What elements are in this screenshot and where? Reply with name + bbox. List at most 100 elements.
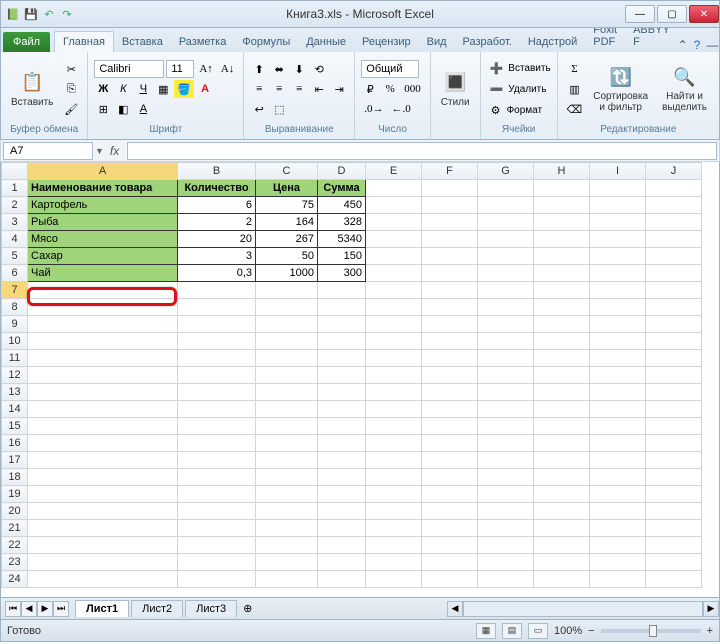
cell-B11[interactable] [178, 350, 256, 367]
cell-G12[interactable] [478, 367, 534, 384]
cell-I15[interactable] [590, 418, 646, 435]
cell-A24[interactable] [28, 571, 178, 588]
cell-F14[interactable] [422, 401, 478, 418]
cell-J24[interactable] [646, 571, 702, 588]
cell-D5[interactable]: 150 [318, 248, 366, 265]
font-color-button[interactable]: A [196, 80, 214, 98]
hscroll-track[interactable] [463, 601, 703, 617]
cell-C10[interactable] [256, 333, 318, 350]
insert-cells-icon[interactable]: ➕ [487, 59, 507, 77]
cell-F1[interactable] [422, 180, 478, 197]
cell-J10[interactable] [646, 333, 702, 350]
cell-C22[interactable] [256, 537, 318, 554]
cell-D13[interactable] [318, 384, 366, 401]
tab-addins[interactable]: Надстрой [520, 32, 585, 52]
cell-A7[interactable] [28, 282, 178, 299]
cell-I24[interactable] [590, 571, 646, 588]
tab-home[interactable]: Главная [54, 31, 114, 52]
cell-E5[interactable] [366, 248, 422, 265]
decimal-inc-icon[interactable]: .0→ [361, 100, 386, 118]
cell-A21[interactable] [28, 520, 178, 537]
find-select-button[interactable]: 🔍 Найти и выделить [656, 63, 713, 115]
cell-G15[interactable] [478, 418, 534, 435]
align-right-icon[interactable]: ≡ [290, 80, 308, 98]
cell-J4[interactable] [646, 231, 702, 248]
cell-I8[interactable] [590, 299, 646, 316]
cell-J20[interactable] [646, 503, 702, 520]
cell-J11[interactable] [646, 350, 702, 367]
cell-B4[interactable]: 20 [178, 231, 256, 248]
fill-icon[interactable]: ▥ [564, 80, 586, 98]
cell-J18[interactable] [646, 469, 702, 486]
cell-G19[interactable] [478, 486, 534, 503]
save-icon[interactable]: 💾 [23, 6, 39, 22]
cell-C13[interactable] [256, 384, 318, 401]
col-header-D[interactable]: D [318, 163, 366, 180]
name-box[interactable]: A7 [3, 142, 93, 160]
align-left-icon[interactable]: ≡ [250, 80, 268, 98]
merge-icon[interactable]: ⬚ [270, 100, 288, 118]
col-header-G[interactable]: G [478, 163, 534, 180]
cell-A15[interactable] [28, 418, 178, 435]
name-box-dropdown-icon[interactable]: ▼ [95, 146, 104, 156]
minimize-ribbon-icon[interactable]: ⌃ [678, 38, 688, 52]
font-name-select[interactable]: Calibri [94, 60, 164, 78]
currency-icon[interactable]: ₽ [361, 80, 379, 98]
cell-J23[interactable] [646, 554, 702, 571]
row-header-13[interactable]: 13 [2, 384, 28, 401]
cell-E21[interactable] [366, 520, 422, 537]
cell-I3[interactable] [590, 214, 646, 231]
select-all[interactable] [2, 163, 28, 180]
cell-D3[interactable]: 328 [318, 214, 366, 231]
minimize-button[interactable]: — [625, 5, 655, 23]
cell-I17[interactable] [590, 452, 646, 469]
redo-icon[interactable]: ↷ [59, 6, 75, 22]
cell-B22[interactable] [178, 537, 256, 554]
row-header-16[interactable]: 16 [2, 435, 28, 452]
cell-I9[interactable] [590, 316, 646, 333]
cell-G5[interactable] [478, 248, 534, 265]
cell-E18[interactable] [366, 469, 422, 486]
col-header-H[interactable]: H [534, 163, 590, 180]
cell-J21[interactable] [646, 520, 702, 537]
cell-J6[interactable] [646, 265, 702, 282]
undo-icon[interactable]: ↶ [41, 6, 57, 22]
cell-B14[interactable] [178, 401, 256, 418]
row-header-8[interactable]: 8 [2, 299, 28, 316]
cell-B10[interactable] [178, 333, 256, 350]
cell-I11[interactable] [590, 350, 646, 367]
row-header-20[interactable]: 20 [2, 503, 28, 520]
view-layout-icon[interactable]: ▤ [502, 623, 522, 639]
align-center-icon[interactable]: ≡ [270, 80, 288, 98]
row-header-10[interactable]: 10 [2, 333, 28, 350]
cell-G22[interactable] [478, 537, 534, 554]
cell-H14[interactable] [534, 401, 590, 418]
sheet-first-icon[interactable]: ⏮ [5, 601, 21, 617]
cell-E17[interactable] [366, 452, 422, 469]
cell-J19[interactable] [646, 486, 702, 503]
cell-B12[interactable] [178, 367, 256, 384]
format-cells-label[interactable]: Формат [507, 105, 543, 116]
align-bottom-icon[interactable]: ⬇ [290, 60, 308, 78]
cell-F12[interactable] [422, 367, 478, 384]
cell-H22[interactable] [534, 537, 590, 554]
tab-layout[interactable]: Разметка [171, 32, 235, 52]
cell-F16[interactable] [422, 435, 478, 452]
cell-D18[interactable] [318, 469, 366, 486]
cell-B23[interactable] [178, 554, 256, 571]
col-header-A[interactable]: A [28, 163, 178, 180]
cell-A13[interactable] [28, 384, 178, 401]
percent-icon[interactable]: % [381, 80, 399, 98]
cell-G9[interactable] [478, 316, 534, 333]
cell-C20[interactable] [256, 503, 318, 520]
cell-E2[interactable] [366, 197, 422, 214]
indent-dec-icon[interactable]: ⇤ [310, 80, 328, 98]
cell-B18[interactable] [178, 469, 256, 486]
cell-A1[interactable]: Наименование товара [28, 180, 178, 197]
row-header-12[interactable]: 12 [2, 367, 28, 384]
zoom-level[interactable]: 100% [554, 625, 582, 637]
clear-icon[interactable]: ⌫ [564, 100, 586, 118]
col-header-J[interactable]: J [646, 163, 702, 180]
cell-B13[interactable] [178, 384, 256, 401]
cell-G20[interactable] [478, 503, 534, 520]
